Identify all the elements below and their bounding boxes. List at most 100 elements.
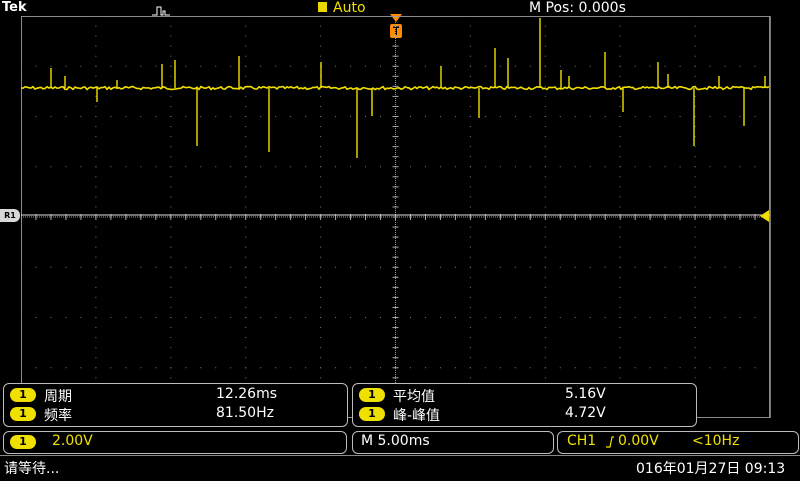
grid-dot <box>619 276 621 278</box>
grid-dot <box>724 166 726 168</box>
trigger-mode[interactable]: Auto <box>333 0 366 16</box>
grid-dot <box>230 65 232 67</box>
grid-dot <box>409 65 411 67</box>
grid-dot <box>694 146 696 148</box>
grid-dot <box>694 327 696 329</box>
timebase: M 5.00ms <box>361 433 430 449</box>
grid-dot <box>245 296 247 298</box>
grid-dot <box>694 75 696 77</box>
grid-dot <box>245 35 247 37</box>
grid-dot <box>559 116 561 117</box>
grid-dot <box>469 95 471 97</box>
grid-dot <box>305 367 307 369</box>
grid-dot <box>544 226 546 228</box>
grid-dot <box>679 166 681 168</box>
grid-dot <box>664 65 666 67</box>
grid-dot <box>95 126 97 128</box>
grid-dot <box>65 317 67 318</box>
grid-dot <box>185 367 187 369</box>
grid-dot <box>305 266 307 268</box>
grid-dot <box>754 266 756 268</box>
timebase-readout[interactable]: M 5.00ms <box>352 431 554 454</box>
measurement-panel-left[interactable]: 1 周期 12.26ms 1 频率 81.50Hz <box>3 383 348 427</box>
grid-dot <box>365 367 367 369</box>
grid-dot <box>694 16 696 17</box>
grid-dot <box>694 25 696 27</box>
grid-dot <box>484 166 486 168</box>
grid-dot <box>544 206 546 208</box>
grid-dot <box>754 367 756 369</box>
grid-dot <box>170 166 172 168</box>
grid-dot <box>50 65 52 67</box>
grid-dot <box>365 65 367 67</box>
grid-dot <box>245 377 247 379</box>
grid-dot <box>559 367 561 369</box>
grid-dot <box>469 357 471 359</box>
grid-dot <box>529 266 531 268</box>
grid-dot <box>664 166 666 168</box>
grid-dot <box>95 105 97 107</box>
grid-dot <box>245 45 247 47</box>
grid-dot <box>694 45 696 47</box>
grid-dot <box>739 65 741 67</box>
grid-dot <box>125 266 127 268</box>
grid-dot <box>544 45 546 47</box>
grid-dot <box>469 306 471 308</box>
grid-dot <box>559 166 561 168</box>
grid-dot <box>574 367 576 369</box>
grid-dot <box>125 367 127 369</box>
grid-dot <box>95 347 97 349</box>
reference-marker[interactable]: R1 <box>0 209 20 222</box>
grid-dot <box>320 377 322 379</box>
grid-dot <box>619 126 621 128</box>
grid-dot <box>544 105 546 107</box>
grid-dot <box>95 206 97 208</box>
grid-dot <box>185 166 187 168</box>
measurement-peak-to-peak[interactable]: 1 峰-峰值 4.72V <box>353 404 696 424</box>
scope-display[interactable] <box>21 16 770 418</box>
grid-dot <box>469 176 471 178</box>
grid-dot <box>245 266 247 268</box>
trigger-level-arrow-icon[interactable] <box>760 210 769 222</box>
grid-dot <box>365 116 367 117</box>
measurement-panel-right[interactable]: 1 平均值 5.16V 1 峰-峰值 4.72V <box>352 383 697 427</box>
grid-dot <box>619 55 621 57</box>
grid-dot <box>170 16 172 17</box>
grid-dot <box>170 286 172 288</box>
grid-dot <box>694 347 696 349</box>
grid-dot <box>245 126 247 128</box>
channel-scale-readout[interactable]: 1 2.00V <box>3 431 347 454</box>
measurement-period[interactable]: 1 周期 12.26ms <box>4 385 347 405</box>
grid-dot <box>589 266 591 268</box>
grid-dot <box>484 367 486 369</box>
grid-dot <box>320 156 322 158</box>
grid-dot <box>619 16 621 17</box>
grid-dot <box>469 166 471 168</box>
grid-dot <box>739 367 741 369</box>
grid-dot <box>544 116 546 117</box>
trigger-readout[interactable]: CH1 0.00V <10Hz <box>557 431 799 454</box>
grid-dot <box>95 306 97 308</box>
grid-dot <box>544 236 546 238</box>
grid-dot <box>619 317 621 318</box>
grid-dot <box>320 357 322 359</box>
measurement-mean[interactable]: 1 平均值 5.16V <box>353 385 696 405</box>
grid-dot <box>215 367 217 369</box>
grid-dot <box>619 296 621 298</box>
measurement-frequency[interactable]: 1 频率 81.50Hz <box>4 404 347 424</box>
grid-dot <box>95 367 97 369</box>
grid-dot <box>619 367 621 369</box>
grid-dot <box>694 65 696 67</box>
grid-dot <box>544 85 546 87</box>
grid-dot <box>454 166 456 168</box>
grid-dot <box>619 226 621 228</box>
grid-dot <box>559 266 561 268</box>
horizontal-position[interactable]: M Pos: 0.000s <box>529 0 626 16</box>
grid-dot <box>544 176 546 178</box>
grid-dot <box>424 65 426 67</box>
grid-dot <box>170 377 172 379</box>
grid-dot <box>604 266 606 268</box>
grid-dot <box>439 367 441 369</box>
grid-dot <box>35 266 37 268</box>
measurement-label: 峰-峰值 <box>393 408 441 424</box>
